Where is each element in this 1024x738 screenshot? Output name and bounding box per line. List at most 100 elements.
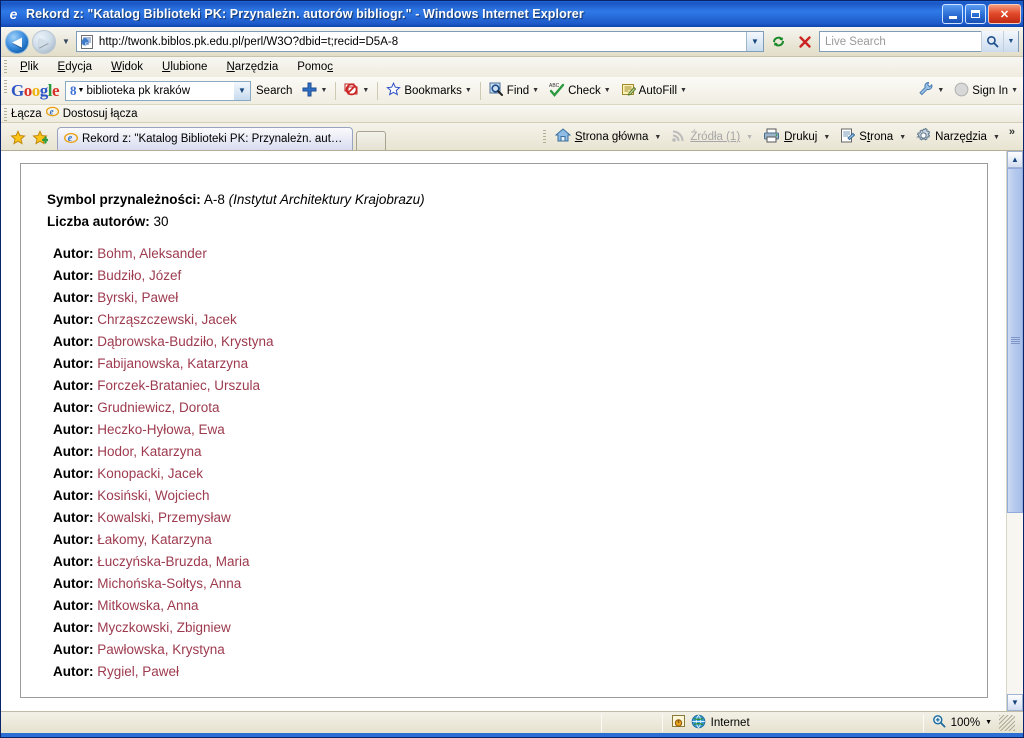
google-check-button[interactable]: ABC Check ▼ [544,82,616,100]
author-link[interactable]: Dąbrowska-Budziło, Krystyna [97,334,273,349]
favorites-center-button[interactable] [7,126,29,150]
google-plus-caret[interactable]: ▼ [320,87,327,94]
google-signin-button[interactable]: Sign In ▼ [949,82,1023,100]
author-row: Autor: Mitkowska, Anna [47,595,987,617]
scroll-up-button[interactable]: ▲ [1007,151,1023,168]
zoom-control[interactable]: 100% ▼ [924,713,1023,733]
author-link[interactable]: Bohm, Aleksander [97,246,207,261]
author-link[interactable]: Łakomy, Katarzyna [97,532,212,547]
refresh-button[interactable] [767,30,790,53]
author-link[interactable]: Michońska-Sołtys, Anna [97,576,241,591]
tab-favicon: e [63,131,79,148]
command-print[interactable]: Drukuj [758,128,822,146]
author-link[interactable]: Fabijanowska, Katarzyna [97,356,248,371]
new-tab-button[interactable] [356,131,386,150]
author-link[interactable]: Byrski, Paweł [97,290,178,305]
author-link[interactable]: Pawłowska, Krystyna [97,642,225,657]
menu-item-pomoc[interactable]: Pomoc [288,59,342,75]
author-link[interactable]: Myczkowski, Zbigniew [97,620,231,635]
maximize-button[interactable] [965,4,986,24]
command-tools[interactable]: Narzędzia [911,127,992,146]
address-url: http://twonk.biblos.pk.edu.pl/perl/W3O?d… [98,35,399,48]
security-zone[interactable]: Internet [663,713,923,733]
google-signin-caret[interactable]: ▼ [1011,87,1018,94]
author-link[interactable]: Konopacki, Jacek [97,466,203,481]
google-settings-caret[interactable]: ▼ [937,87,944,94]
command-page-caret[interactable]: ▼ [898,134,911,141]
title-bar: e Rekord z: "Katalog Biblioteki PK: Przy… [1,1,1023,27]
menu-item-edycja[interactable]: Edycja [49,59,102,75]
command-overflow-button[interactable]: » [1005,126,1019,138]
menu-item-widok[interactable]: Widok [102,59,152,75]
google-toolbar-grip[interactable] [4,80,7,94]
google-plus-button[interactable]: ▼ [297,82,332,100]
google-settings-button[interactable]: ▼ [913,81,949,100]
command-print-caret[interactable]: ▼ [822,134,835,141]
author-link[interactable]: Forczek-Brataniec, Urszula [97,378,260,393]
add-to-favorites-button[interactable] [29,126,51,150]
menu-item-plik[interactable]: Plik [11,59,48,75]
google-blocker-caret[interactable]: ▼ [362,87,369,94]
links-bar: Łącza e Dostosuj łącza [1,105,1023,123]
scroll-down-button[interactable]: ▼ [1007,694,1023,711]
command-feeds-caret[interactable]: ▼ [745,134,758,141]
author-link[interactable]: Grudniewicz, Dorota [97,400,219,415]
author-link[interactable]: Kosiński, Wojciech [97,488,209,503]
google-search-input[interactable]: 8 ▼ biblioteka pk kraków ▼ [65,80,252,101]
zoom-caret-icon[interactable]: ▼ [985,719,992,726]
search-dropdown-button[interactable]: ▼ [1003,31,1018,52]
stop-button[interactable] [793,30,816,53]
menu-item-ulubione[interactable]: Ulubione [153,59,216,75]
command-home-caret[interactable]: ▼ [653,134,666,141]
command-tools-caret[interactable]: ▼ [992,134,1005,141]
author-link[interactable]: Kowalski, Przemysław [97,510,231,525]
address-bar[interactable]: e http://twonk.biblos.pk.edu.pl/perl/W3O… [75,31,764,52]
menu-grip[interactable] [4,60,7,74]
author-link[interactable]: Mitkowska, Anna [97,598,198,613]
tab-active[interactable]: e Rekord z: "Katalog Biblioteki PK: Przy… [57,127,353,150]
google-autofill-button[interactable]: AutoFill ▼ [616,82,692,100]
author-link[interactable]: Budziło, Józef [97,268,181,283]
author-link[interactable]: Heczko-Hyłowa, Ewa [97,422,225,437]
google-search-type-caret[interactable]: ▼ [78,87,87,94]
command-feeds[interactable]: Źródła (1) [666,128,745,146]
author-row: Autor: Rygiel, Paweł [47,661,987,683]
google-find-caret[interactable]: ▼ [532,87,539,94]
minimize-button[interactable] [942,4,963,24]
scrollbar-thumb[interactable] [1007,168,1023,513]
google-autofill-caret[interactable]: ▼ [680,87,687,94]
window-resize-grip[interactable] [999,714,1015,731]
author-label: Autor: [53,598,98,613]
back-button[interactable]: ◀ [5,29,29,54]
google-find-button[interactable]: Find ▼ [484,82,544,100]
google-check-caret[interactable]: ▼ [604,87,611,94]
author-label: Autor: [53,246,98,261]
command-bar-grip[interactable] [542,130,546,144]
google-search-dropdown[interactable]: ▼ [234,81,251,100]
google-popup-blocker-button[interactable]: ▼ [339,82,374,100]
forward-button[interactable]: ▶ [32,29,56,54]
google-bookmarks-button[interactable]: Bookmarks ▼ [381,81,476,100]
author-row: Autor: Dąbrowska-Budziło, Krystyna [47,331,987,353]
search-go-button[interactable] [981,31,1003,52]
author-link[interactable]: Chrząszczewski, Jacek [97,312,237,327]
author-link[interactable]: Hodor, Katarzyna [97,444,201,459]
google-search-button[interactable]: Search [251,85,297,97]
author-row: Autor: Kowalski, Przemysław [47,507,987,529]
command-home[interactable]: Strona główna [550,128,654,146]
menu-item-narzedzia[interactable]: Narzędzia [217,59,287,75]
author-row: Autor: Michońska-Sołtys, Anna [47,573,987,595]
author-link[interactable]: Łuczyńska-Bruzda, Maria [97,554,249,569]
links-bar-grip[interactable] [4,108,7,122]
address-dropdown-button[interactable]: ▼ [746,32,763,51]
author-label: Autor: [53,356,98,371]
vertical-scrollbar[interactable]: ▲ ▼ [1006,151,1023,711]
command-page[interactable]: Strona [835,128,898,146]
author-link[interactable]: Rygiel, Paweł [97,664,179,679]
google-bookmarks-caret[interactable]: ▼ [465,87,472,94]
scrollbar-track[interactable] [1007,168,1023,694]
search-input[interactable]: Live Search ▼ [819,31,1019,52]
links-bar-item-dostosuj[interactable]: Dostosuj łącza [63,108,138,120]
close-button[interactable]: ✕ [988,4,1021,24]
history-dropdown-button[interactable]: ▼ [59,37,73,46]
